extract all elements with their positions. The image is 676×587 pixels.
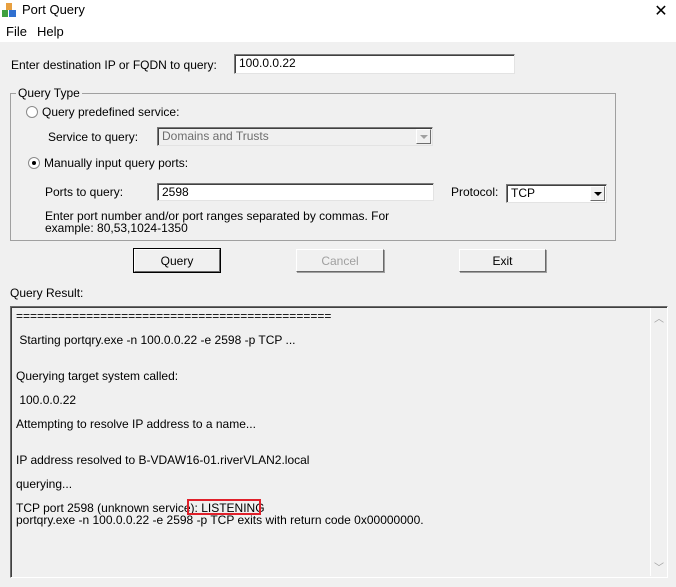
menu-file[interactable]: File <box>6 24 27 39</box>
manual-ports-label: Manually input query ports: <box>44 156 189 170</box>
result-line: Attempting to resolve IP address to a na… <box>16 417 256 431</box>
scroll-down-icon[interactable]: ﹀ <box>654 559 664 574</box>
close-button[interactable]: ✕ <box>646 0 676 22</box>
radio-predefined-service[interactable] <box>26 106 38 118</box>
destination-label: Enter destination IP or FQDN to query: <box>11 58 217 72</box>
listening-highlight-box <box>187 499 261 515</box>
query-type-title: Query Type <box>16 86 82 100</box>
query-button[interactable]: Query <box>133 248 221 273</box>
window-title: Port Query <box>22 2 85 17</box>
menu-help[interactable]: Help <box>37 24 64 39</box>
result-line: portqry.exe -n 100.0.0.22 -e 2598 -p TCP… <box>16 513 424 527</box>
protocol-label: Protocol: <box>451 185 499 199</box>
close-icon: ✕ <box>654 3 668 20</box>
result-line: IP address resolved to B-VDAW16-01.river… <box>16 453 310 467</box>
title-bar: Port Query ✕ <box>0 0 676 22</box>
service-label: Service to query: <box>48 130 139 144</box>
ports-label: Ports to query: <box>45 185 124 199</box>
ports-hint-line2: example: 80,53,1024-1350 <box>45 221 188 235</box>
scroll-up-icon[interactable]: ︿ <box>654 310 664 325</box>
destination-input[interactable]: 100.0.0.22 <box>234 54 515 74</box>
result-line: querying... <box>16 477 73 491</box>
result-line: 100.0.0.22 <box>16 393 77 407</box>
app-blocks-icon <box>2 3 16 17</box>
exit-button[interactable]: Exit <box>459 249 546 272</box>
result-line: Starting portqry.exe -n 100.0.0.22 -e 25… <box>16 333 296 347</box>
protocol-value: TCP <box>511 186 535 200</box>
service-dropdown[interactable]: Domains and Trusts <box>157 127 433 146</box>
chevron-down-icon <box>593 191 602 196</box>
protocol-dropdown[interactable]: TCP <box>506 184 607 203</box>
query-result-output[interactable]: ========================================… <box>10 306 668 578</box>
radio-manual-ports[interactable] <box>28 157 40 169</box>
protocol-dropdown-button[interactable] <box>590 186 605 201</box>
ports-input[interactable]: 2598 <box>157 183 434 201</box>
result-line: Querying target system called: <box>16 369 179 383</box>
chevron-down-icon <box>419 134 428 139</box>
menu-bar: File Help <box>0 22 676 42</box>
query-result-label: Query Result: <box>10 286 84 300</box>
service-dropdown-button[interactable] <box>416 129 431 144</box>
result-scrollbar[interactable]: ︿ ﹀ <box>650 308 666 576</box>
result-line: ========================================… <box>16 309 332 323</box>
cancel-button[interactable]: Cancel <box>296 249 384 272</box>
service-value: Domains and Trusts <box>162 129 269 143</box>
predefined-service-label: Query predefined service: <box>42 105 180 119</box>
